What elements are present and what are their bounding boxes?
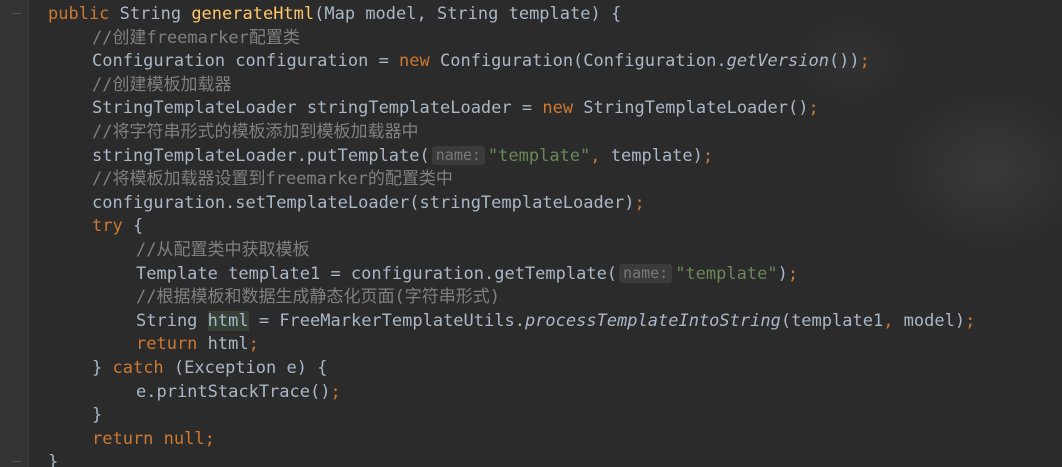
code-token: ; (330, 381, 341, 402)
fold-marker-icon[interactable] (12, 13, 21, 14)
code-line[interactable]: //创建freemarker配置类 (48, 27, 1062, 51)
code-line[interactable]: } catch (Exception e) { (48, 357, 1062, 381)
code-token: e.printStackTrace() (136, 381, 331, 402)
code-token: //创建freemarker配置类 (92, 27, 300, 48)
code-token: html (197, 334, 249, 355)
code-token: ; (204, 428, 215, 449)
code-token: ; (965, 310, 976, 331)
code-token: processTemplateIntoString (524, 310, 781, 331)
code-line[interactable]: //将模板加载器设置到freemarker的配置类中 (48, 168, 1062, 192)
code-token: StringTemplateLoader stringTemplateLoade… (92, 98, 543, 119)
code-token: (Map model, String template) { (314, 4, 622, 24)
code-token: } (92, 357, 113, 378)
code-token: , (883, 310, 904, 331)
code-token: = FreeMarkerTemplateUtils. (248, 310, 525, 331)
code-token: //将模板加载器设置到freemarker的配置类中 (92, 169, 453, 190)
code-token: stringTemplateLoader.putTemplate( (92, 145, 430, 166)
code-token: html (207, 310, 249, 331)
code-token: null (163, 428, 205, 449)
fold-marker-icon[interactable] (12, 461, 21, 462)
code-token: ; (808, 98, 819, 119)
code-editor[interactable]: public String generateHtml(Map model, St… (0, 0, 1062, 467)
code-token: ) (777, 263, 788, 284)
code-token: //创建模板加载器 (92, 74, 232, 95)
code-token: Template template1 = configuration.getTe… (136, 263, 618, 284)
code-token: return (92, 428, 154, 449)
code-token: } (48, 452, 59, 467)
code-line[interactable]: return null; (48, 428, 1062, 452)
code-token: "template" (487, 145, 591, 166)
code-token: { (122, 216, 144, 237)
code-token: //从配置类中获取模板 (136, 239, 310, 260)
code-line[interactable]: e.printStackTrace(); (48, 381, 1062, 405)
code-token: Configuration(Configuration. (429, 51, 727, 72)
code-token: catch (112, 357, 164, 378)
code-token: String (109, 4, 192, 24)
code-token: ; (634, 192, 645, 213)
code-token: public (48, 4, 110, 24)
code-token: } (92, 405, 103, 426)
code-line[interactable]: public String generateHtml(Map model, St… (48, 3, 1062, 27)
parameter-hint: name: (431, 145, 485, 165)
code-line[interactable]: try { (48, 215, 1062, 239)
code-token: , (590, 145, 611, 166)
code-token: ; (702, 145, 714, 166)
code-line[interactable]: } (48, 404, 1062, 428)
code-token: return (136, 334, 198, 355)
code-token: model) (903, 310, 966, 331)
code-token: ()) (828, 51, 860, 72)
code-token: try (92, 216, 123, 237)
code-token: //将字符串形式的模板添加到模板加载器中 (92, 121, 419, 142)
code-token: configuration.setTemplateLoader(stringTe… (92, 192, 635, 213)
code-token: (Exception e) { (163, 357, 328, 378)
code-line[interactable]: Template template1 = configuration.getTe… (48, 263, 1062, 287)
code-line[interactable]: //根据模板和数据生成静态化页面(字符串形式) (48, 286, 1062, 310)
code-line[interactable]: //从配置类中获取模板 (48, 239, 1062, 263)
code-token: //根据模板和数据生成静态化页面(字符串形式) (136, 287, 500, 308)
code-token: new (542, 98, 574, 119)
code-token: generateHtml (191, 4, 315, 24)
code-line[interactable]: return html; (48, 333, 1062, 357)
code-token: template) (610, 145, 703, 166)
code-line[interactable]: Configuration configuration = new Config… (48, 50, 1062, 74)
editor-gutter[interactable] (0, 0, 29, 467)
code-token: ; (248, 334, 259, 355)
code-token: getVersion (726, 51, 829, 72)
code-token: "template" (675, 263, 778, 284)
code-token: ; (787, 263, 799, 284)
code-line[interactable]: } (48, 451, 1062, 467)
code-area[interactable]: public String generateHtml(Map model, St… (48, 3, 1062, 467)
code-line[interactable]: stringTemplateLoader.putTemplate(name: "t… (48, 145, 1062, 169)
code-line[interactable]: String html = FreeMarkerTemplateUtils.pr… (48, 310, 1062, 334)
parameter-hint: name: (619, 263, 673, 283)
code-line[interactable]: //创建模板加载器 (48, 74, 1062, 98)
code-line[interactable]: configuration.setTemplateLoader(stringTe… (48, 192, 1062, 216)
code-token: (template1 (780, 310, 884, 331)
code-token: ; (859, 51, 870, 72)
code-token: Configuration configuration = (92, 51, 400, 72)
code-line[interactable]: //将字符串形式的模板添加到模板加载器中 (48, 121, 1062, 145)
code-line[interactable]: StringTemplateLoader stringTemplateLoade… (48, 97, 1062, 121)
code-token: String (136, 310, 208, 331)
code-token: new (399, 51, 430, 72)
code-token: StringTemplateLoader() (573, 98, 809, 119)
